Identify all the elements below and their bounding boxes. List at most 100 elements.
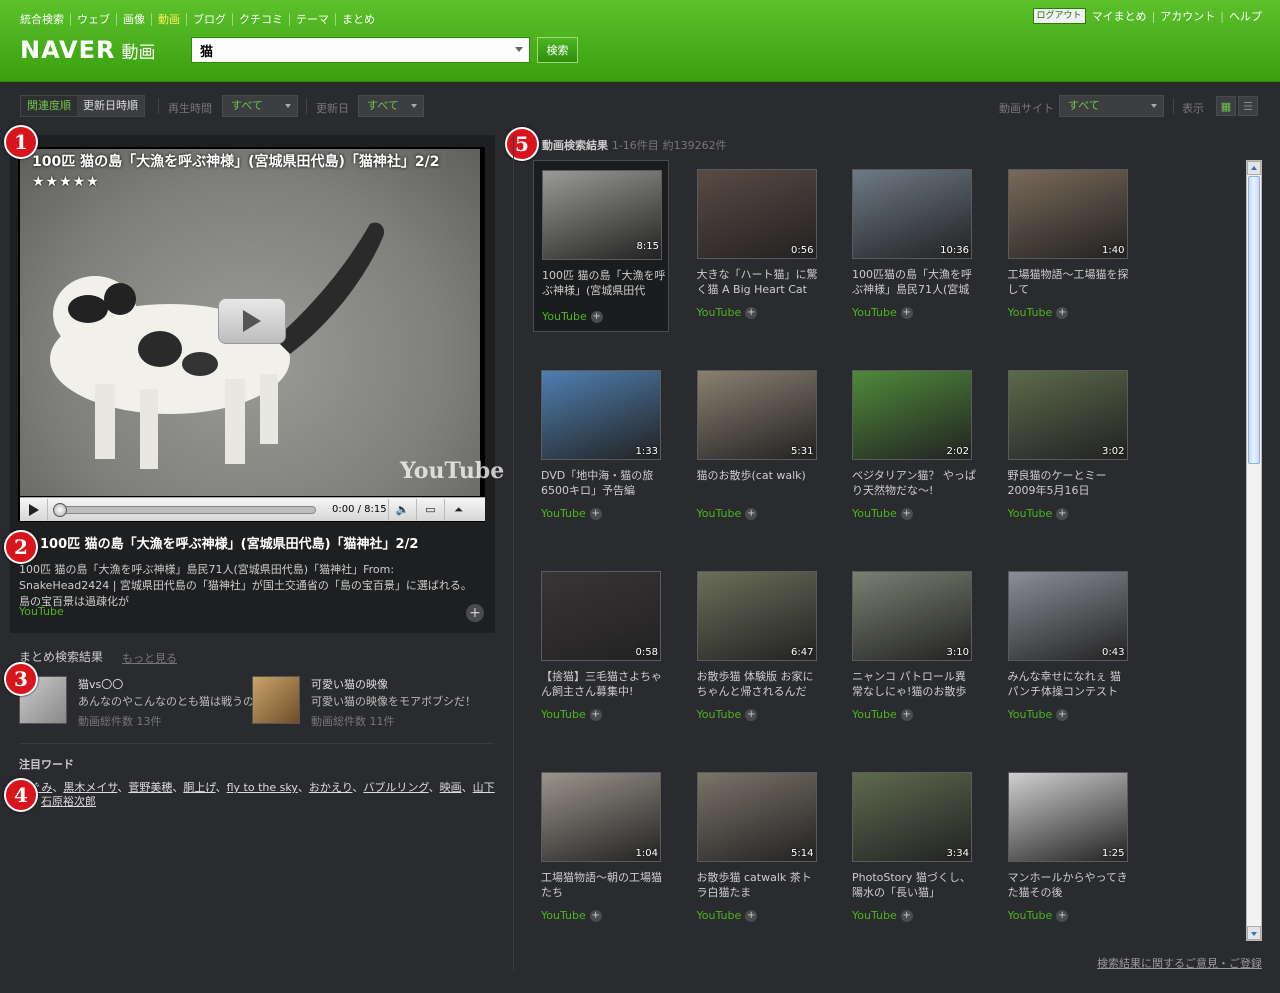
nav-item[interactable]: ウェブ xyxy=(70,13,116,26)
add-icon[interactable]: + xyxy=(589,910,602,922)
playtime-select[interactable]: すべて xyxy=(222,95,298,117)
video-title[interactable]: 猫のお散歩(cat walk) xyxy=(697,468,821,498)
naver-video-logo[interactable]: NAVER 動画 xyxy=(20,36,155,64)
video-card[interactable]: 3:02 野良猫のケーとミー 2009年5月16日 YouTube + xyxy=(1000,361,1136,533)
video-title[interactable]: 野良猫のケーとミー 2009年5月16日 xyxy=(1008,468,1132,498)
video-thumbnail[interactable]: 2:02 xyxy=(852,370,972,460)
seek-handle[interactable] xyxy=(53,502,67,517)
video-card[interactable]: 5:31 猫のお散歩(cat walk) YouTube + xyxy=(689,361,825,533)
matome-thumbnail[interactable] xyxy=(252,676,300,724)
add-icon[interactable]: + xyxy=(900,307,913,319)
trending-word-link[interactable]: 黒木メイサ xyxy=(63,781,117,794)
video-thumbnail[interactable]: 1:04 xyxy=(541,772,661,862)
video-title[interactable]: 大きな「ハート猫」に驚く猫 A Big Heart Cat xyxy=(697,267,821,297)
add-icon[interactable]: + xyxy=(900,910,913,922)
trending-word-link[interactable]: バブルリング xyxy=(363,781,428,794)
video-source-label[interactable]: YouTube xyxy=(1008,708,1053,721)
add-icon[interactable]: + xyxy=(745,910,758,922)
video-source-label[interactable]: YouTube xyxy=(697,708,742,721)
util-link-account[interactable]: アカウント xyxy=(1160,8,1215,24)
video-thumbnail[interactable]: 1:40 xyxy=(1007,169,1128,259)
video-source-label[interactable]: YouTube xyxy=(1008,507,1053,520)
grid-view-icon[interactable]: ▦ xyxy=(1216,96,1236,116)
video-source-label[interactable]: YouTube xyxy=(852,708,897,721)
video-thumbnail[interactable]: 1:25 xyxy=(1007,772,1128,862)
video-source-label[interactable]: YouTube xyxy=(697,507,742,520)
video-source-label[interactable]: YouTube xyxy=(697,306,742,319)
video-card[interactable]: 0:43 みんな幸せになれぇ 猫パンチ体操コンテスト30 YouTube+ xyxy=(1000,562,1136,734)
sort-relevance-button[interactable]: 関連度順 xyxy=(21,96,77,116)
trending-word-link[interactable]: 菅野美穂 xyxy=(128,781,172,794)
video-thumbnail[interactable]: 0:56 xyxy=(696,169,817,259)
add-icon[interactable]: + xyxy=(745,307,758,319)
featured-source[interactable]: YouTube xyxy=(19,605,64,618)
video-thumbnail[interactable]: 6:47 xyxy=(696,571,817,661)
video-thumbnail[interactable]: 8:15 xyxy=(542,170,662,260)
video-title[interactable]: ニャンコ パトロール異常なしにゃ!猫のお散歩は xyxy=(852,669,976,699)
video-title[interactable]: PhotoStory 猫づくし、陽水の「長い猫」 xyxy=(852,870,976,900)
video-thumbnail[interactable]: 5:31 xyxy=(696,370,817,460)
trending-word-link[interactable]: fly to the sky xyxy=(227,781,298,794)
volume-icon[interactable]: 🔈 xyxy=(388,498,416,521)
seek-bar[interactable] xyxy=(53,502,316,517)
video-thumbnail[interactable]: 0:43 xyxy=(1007,571,1128,661)
add-icon[interactable]: + xyxy=(900,508,913,520)
add-icon[interactable]: + xyxy=(590,311,603,323)
trending-word-link[interactable]: 石原裕次郎 xyxy=(41,795,96,808)
trending-word-link[interactable]: 胴上げ xyxy=(183,781,215,794)
video-card[interactable]: 1:04 工場猫物語～朝の工場猫たち YouTube + xyxy=(533,763,669,935)
add-icon[interactable]: + xyxy=(1056,307,1069,319)
add-icon[interactable]: + xyxy=(1056,508,1069,520)
nav-item[interactable]: 統合検索 xyxy=(20,13,70,26)
video-source-label[interactable]: YouTube xyxy=(852,909,897,922)
matome-item[interactable]: 可愛い猫の映像 可愛い猫の映像をモアボブシだ！ 動画総件数 11件 xyxy=(252,676,487,728)
util-link-mymatome[interactable]: マイまとめ xyxy=(1092,8,1147,24)
video-title[interactable]: お散歩猫 体験版 お家にちゃんと帰されるんだ xyxy=(697,669,821,699)
video-source-label[interactable]: YouTube xyxy=(541,507,586,520)
video-source-label[interactable]: YouTube xyxy=(852,507,897,520)
search-dropdown-icon[interactable] xyxy=(515,47,523,52)
add-icon[interactable]: + xyxy=(900,709,913,721)
site-select[interactable]: すべて xyxy=(1059,95,1164,117)
nav-item[interactable]: まとめ xyxy=(335,13,381,26)
video-thumbnail[interactable]: 3:02 xyxy=(1007,370,1128,460)
video-card[interactable]: 0:56 大きな「ハート猫」に驚く猫 A Big Heart Cat YouTube… xyxy=(689,160,825,332)
video-card[interactable]: 1:33 DVD「地中海・猫の旅6500キロ」予告編 YouTube + xyxy=(533,361,669,533)
video-thumbnail[interactable]: 0:58 xyxy=(541,571,661,661)
video-title[interactable]: みんな幸せになれぇ 猫パンチ体操コンテスト30 xyxy=(1008,669,1132,699)
matome-title[interactable]: 猫vs〇〇 xyxy=(78,676,123,692)
matome-item[interactable]: 猫vs〇〇 あんなのやこんなのとも猫は戦うの 動画総件数 13件 xyxy=(19,676,254,728)
video-card[interactable]: 5:14 お散歩猫 catwalk 茶トラ白猫たま YouTube + xyxy=(689,763,825,935)
util-link-help[interactable]: ヘルプ xyxy=(1229,8,1262,24)
trending-word-link[interactable]: 映画 xyxy=(440,781,462,794)
player-overlay-title[interactable]: 100匹 猫の島「大漁を呼ぶ神様」(宮城県田代島)「猫神社」2/2 xyxy=(32,151,466,171)
matome-more-link[interactable]: もっと見る xyxy=(122,650,177,666)
video-title[interactable]: 工場猫物語～工場猫を探して xyxy=(1008,267,1132,297)
screen-size-icon[interactable]: ▭ xyxy=(416,498,444,521)
search-input[interactable]: 猫 xyxy=(191,37,530,63)
nav-item[interactable]: テーマ xyxy=(289,13,335,26)
video-title[interactable]: 100匹猫の島「大漁を呼ぶ神様」島民71人(宮城 xyxy=(852,267,976,297)
scroll-up-arrow-icon[interactable] xyxy=(1247,161,1261,175)
updated-select[interactable]: すべて xyxy=(358,95,424,117)
trending-word-link[interactable]: おかえり xyxy=(309,781,353,794)
sort-updated-button[interactable]: 更新日時順 xyxy=(77,96,144,116)
video-card[interactable]: 1:40 工場猫物語～工場猫を探して YouTube + xyxy=(1000,160,1136,332)
video-source-label[interactable]: YouTube xyxy=(697,909,742,922)
nav-item[interactable]: ブログ xyxy=(186,13,232,26)
add-icon[interactable]: + xyxy=(589,508,602,520)
nav-item[interactable]: 動画 xyxy=(151,13,186,26)
play-overlay-button[interactable] xyxy=(218,298,286,344)
featured-title[interactable]: 100匹 猫の島「大漁を呼ぶ神様」(宮城県田代島)「猫神社」2/2 xyxy=(40,533,418,552)
video-title[interactable]: DVD「地中海・猫の旅6500キロ」予告編 xyxy=(541,468,665,498)
list-view-icon[interactable]: ☰ xyxy=(1238,96,1258,116)
add-icon[interactable]: + xyxy=(1056,709,1069,721)
video-thumbnail[interactable]: 5:14 xyxy=(696,772,817,862)
video-thumbnail[interactable]: 3:10 xyxy=(852,571,972,661)
scroll-thumb[interactable] xyxy=(1248,176,1260,464)
nav-item[interactable]: 画像 xyxy=(116,13,151,26)
video-title[interactable]: マンホールからやってきた猫その後 xyxy=(1008,870,1132,900)
video-source-label[interactable]: YouTube xyxy=(541,909,586,922)
results-scrollbar[interactable] xyxy=(1246,160,1262,941)
video-card[interactable]: 3:34 PhotoStory 猫づくし、陽水の「長い猫」 YouTube + xyxy=(844,763,980,935)
